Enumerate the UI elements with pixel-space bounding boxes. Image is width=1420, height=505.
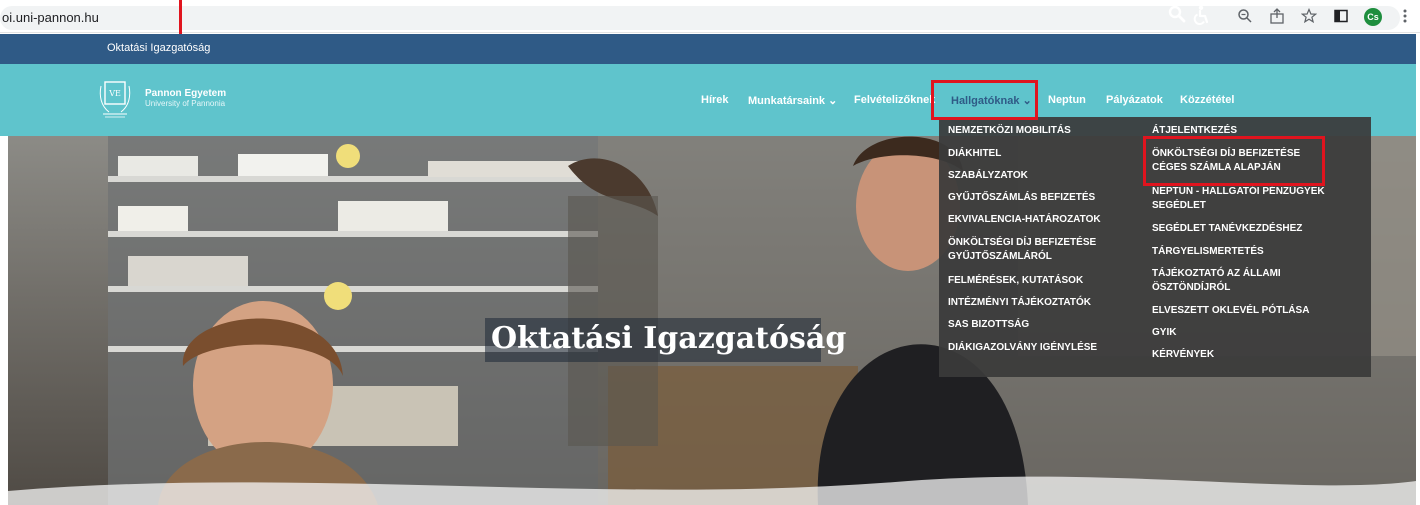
dropdown-item[interactable]: ELVESZETT OKLEVÉL PÓTLÁSA [1152,304,1352,318]
accessibility-icon[interactable] [1192,5,1210,25]
chevron-down-icon: ⌄ [828,95,838,107]
browser-icons: Cs [1236,7,1414,26]
nav-item-palyazatok[interactable]: Pályázatok [1106,94,1163,106]
share-icon[interactable] [1268,8,1286,26]
dropdown-item[interactable]: DIÁKHITEL [948,147,1138,161]
nav-item-munkatarsaink[interactable]: Munkatársaink ⌄ [748,94,837,107]
dropdown-item[interactable]: NEPTUN - HALLGATÓI PÉNZÜGYEK SEGÉDLET [1152,185,1352,213]
dropdown-highlight-box [1143,136,1325,186]
hero-title: Oktatási Igazgatóság [491,321,847,356]
top-bar-title[interactable]: Oktatási Igazgatóság [107,42,210,54]
nav-item-label: Munkatársaink [748,95,826,107]
menu-icon[interactable] [1396,8,1414,26]
nav-item-hirek[interactable]: Hírek [701,94,729,106]
sidepanel-icon[interactable] [1332,8,1350,26]
dropdown-item[interactable]: TÁJÉKOZTATÓ AZ ÁLLAMI ÖSZTÖNDÍJRÓL [1152,267,1312,295]
search-icon[interactable] [1168,5,1186,23]
dropdown-item[interactable]: ÖNKÖLTSÉGI DÍJ BEFIZETÉSE GYŰJTŐSZÁMLÁRÓ… [948,236,1108,264]
dropdown-item[interactable]: SAS BIZOTTSÁG [948,318,1138,332]
star-icon[interactable] [1300,7,1318,26]
nav-highlight-box [931,80,1038,120]
zoom-icon[interactable] [1236,8,1254,26]
dropdown-item[interactable]: GYIK [1152,326,1352,340]
dropdown-item[interactable]: DIÁKIGAZOLVÁNY IGÉNYLÉSE [948,341,1138,355]
dropdown-item[interactable]: GYŰJTŐSZÁMLÁS BEFIZETÉS [948,191,1138,205]
dropdown-item[interactable]: INTÉZMÉNYI TÁJÉKOZTATÓK [948,296,1138,310]
nav-item-neptun[interactable]: Neptun [1048,94,1086,106]
dropdown-item[interactable]: KÉRVÉNYEK [1152,348,1352,362]
dropdown-item[interactable]: SZABÁLYZATOK [948,169,1138,183]
dropdown-item[interactable]: NEMZETKÖZI MOBILITÁS [948,124,1138,138]
address-bar[interactable] [0,6,1400,30]
dropdown-item[interactable]: FELMÉRÉSEK, KUTATÁSOK [948,274,1138,288]
nav-item-felvetelizoknek[interactable]: Felvételizőknek [854,94,935,106]
dropdown-item[interactable]: SEGÉDLET TANÉVKEZDÉSHEZ [1152,222,1352,236]
dropdown-item[interactable]: TÁRGYELISMERTETÉS [1152,245,1352,259]
nav-menu: Hírek Munkatársaink ⌄ Felvételizőknek Ha… [0,94,1416,110]
profile-avatar[interactable]: Cs [1364,8,1382,26]
top-bar: Oktatási Igazgatóság [0,34,1416,64]
nav-item-kozzetetel[interactable]: Közzététel [1180,94,1234,106]
dropdown-item[interactable]: EKVIVALENCIA-HATÁROZATOK [948,213,1138,227]
